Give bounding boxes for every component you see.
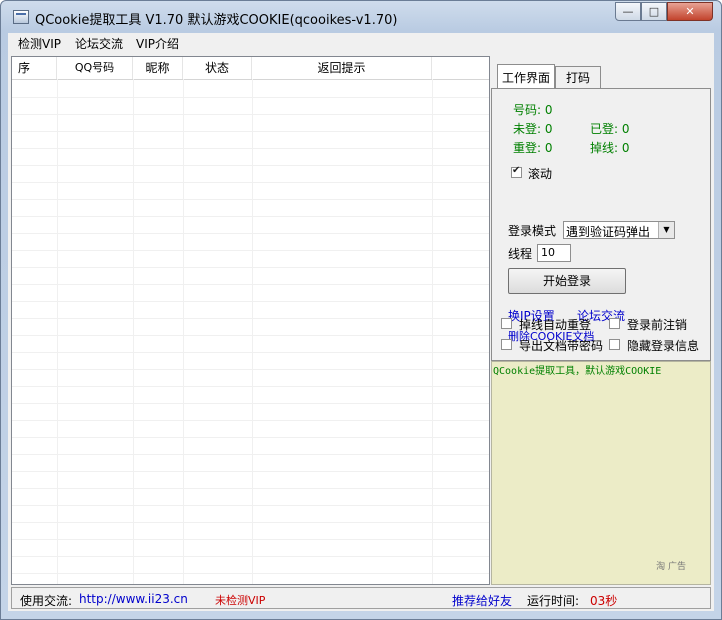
table-row (12, 522, 489, 523)
table-row (12, 369, 489, 370)
table-row (12, 454, 489, 455)
export-with-password-checkbox[interactable] (501, 339, 512, 350)
table-row (12, 556, 489, 557)
column-return-hint[interactable]: 返回提示 (252, 57, 432, 79)
threads-label: 线程 (508, 247, 533, 261)
auto-relogin-checkbox[interactable] (501, 318, 512, 329)
table-row (12, 182, 489, 183)
auto-relogin-label: 掉线自动重登 (519, 318, 592, 332)
grid-line (252, 79, 253, 584)
export-with-password-label: 导出文档带密码 (519, 339, 604, 353)
threads-input[interactable]: 10 (537, 244, 571, 262)
grid-line (57, 79, 58, 584)
table-row (12, 403, 489, 404)
hide-login-info-label: 隐藏登录信息 (627, 339, 700, 353)
table-row (12, 573, 489, 574)
stat-logged: 已登: 0 (590, 122, 630, 136)
table-row (12, 505, 489, 506)
grid-line (183, 79, 184, 584)
scroll-checkbox[interactable] (511, 165, 522, 178)
table-row (12, 539, 489, 540)
grid-line (133, 79, 134, 584)
table-row (12, 471, 489, 472)
status-bar: 使用交流: http://www.ii23.cn 未检测VIP 推荐给好友 运行… (11, 587, 711, 609)
tab-work[interactable]: 工作界面 (497, 64, 555, 88)
log-area[interactable]: QCookie提取工具，默认游戏COOKIE 淘 广告 (491, 361, 711, 585)
stat-not-logged: 未登: 0 (513, 122, 553, 136)
client-area: 序 QQ号码 昵称 状态 返回提示 工作界面 打码 号码: 0 未登: 0 已登… (8, 53, 714, 611)
exchange-label: 使用交流: (20, 594, 73, 608)
column-index[interactable]: 序 (12, 57, 57, 79)
tab-captcha[interactable]: 打码 (555, 66, 601, 88)
minimize-button[interactable]: — (615, 2, 641, 21)
website-link[interactable]: http://www.ii23.cn (79, 592, 188, 606)
login-mode-value: 遇到验证码弹出 (566, 225, 651, 239)
runtime-value: 03秒 (590, 594, 618, 608)
table-row (12, 437, 489, 438)
right-panel: 工作界面 打码 号码: 0 未登: 0 已登: 0 重登: 0 掉线: 0 滚动… (491, 56, 711, 585)
column-nickname[interactable]: 昵称 (133, 57, 183, 79)
table-row (12, 301, 489, 302)
table-header: 序 QQ号码 昵称 状态 返回提示 (12, 57, 489, 80)
table-row (12, 97, 489, 98)
table-row (12, 199, 489, 200)
table-row (12, 114, 489, 115)
menu-forum[interactable]: 论坛交流 (75, 35, 123, 52)
recommend-link[interactable]: 推荐给好友 (452, 592, 512, 609)
login-mode-select[interactable]: 遇到验证码弹出 ▼ (563, 221, 675, 239)
login-mode-label: 登录模式 (508, 224, 557, 238)
chevron-down-icon: ▼ (658, 222, 674, 238)
account-table[interactable]: 序 QQ号码 昵称 状态 返回提示 (11, 56, 490, 585)
start-login-button[interactable]: 开始登录 (508, 268, 626, 294)
table-row (12, 131, 489, 132)
table-row (12, 352, 489, 353)
window-title: QCookie提取工具 V1.70 默认游戏COOKIE(qcooikes-v1… (35, 13, 398, 28)
table-row (12, 386, 489, 387)
table-row (12, 165, 489, 166)
title-bar[interactable]: QCookie提取工具 V1.70 默认游戏COOKIE(qcooikes-v1… (1, 1, 721, 33)
table-row (12, 267, 489, 268)
grid-line (432, 79, 433, 584)
logout-before-login-label: 登录前注销 (627, 318, 688, 332)
app-window: QCookie提取工具 V1.70 默认游戏COOKIE(qcooikes-v1… (0, 0, 722, 620)
close-button[interactable]: ✕ (667, 2, 713, 21)
table-row (12, 250, 489, 251)
table-row (12, 318, 489, 319)
table-row (12, 420, 489, 421)
log-text: QCookie提取工具，默认游戏COOKIE (493, 366, 662, 377)
table-row (12, 488, 489, 489)
maximize-button[interactable]: □ (641, 2, 667, 21)
app-icon (13, 10, 29, 24)
menu-vip-intro[interactable]: VIP介绍 (136, 35, 179, 52)
stat-relogin: 重登: 0 (513, 141, 553, 155)
menu-bar: 检测VIP 论坛交流 VIP介绍 (8, 33, 714, 53)
column-qq-number[interactable]: QQ号码 (57, 57, 133, 79)
table-row (12, 284, 489, 285)
runtime-label: 运行时间: (527, 594, 580, 608)
scroll-label: 滚动 (528, 167, 553, 181)
column-status[interactable]: 状态 (183, 57, 252, 79)
table-row (12, 148, 489, 149)
vip-status: 未检测VIP (215, 594, 266, 607)
ad-label[interactable]: 淘 广告 (656, 559, 686, 572)
logout-before-login-checkbox[interactable] (609, 318, 620, 329)
menu-check-vip[interactable]: 检测VIP (18, 35, 61, 52)
tab-strip: 工作界面 打码 (491, 64, 711, 88)
table-row (12, 216, 489, 217)
stat-number: 号码: 0 (513, 103, 553, 117)
stat-dropped: 掉线: 0 (590, 141, 630, 155)
hide-login-info-checkbox[interactable] (609, 339, 620, 350)
table-row (12, 335, 489, 336)
table-row (12, 233, 489, 234)
